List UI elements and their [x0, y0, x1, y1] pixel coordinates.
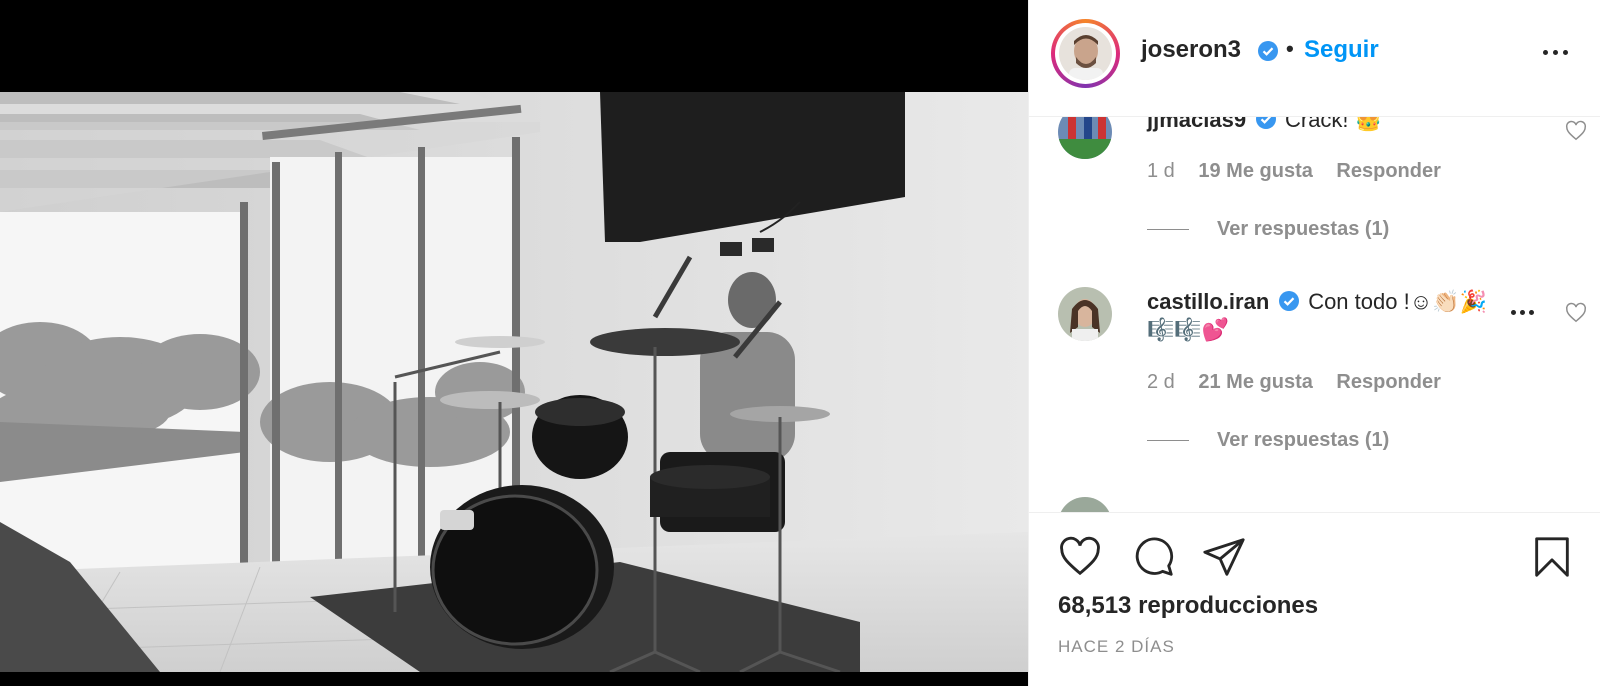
view-replies-label: Ver respuestas (1) [1217, 429, 1390, 451]
commenter-avatar[interactable] [1058, 497, 1112, 512]
comments-list[interactable]: jjmacias9 Crack! 👑 1 d 19 Me gusta Respo… [1029, 117, 1600, 513]
verified-badge-icon [1278, 290, 1300, 312]
verified-badge-icon [1255, 117, 1277, 130]
comment-icon[interactable] [1130, 534, 1176, 580]
comment-likes[interactable]: 21 Me gusta [1198, 371, 1312, 393]
post-side-panel: joseron3 • Seguir jjmacias9 Crack! 👑 1 d… [1028, 0, 1600, 686]
video-player[interactable] [0, 0, 1028, 686]
commenter-username[interactable]: jjmacias9 [1147, 117, 1246, 132]
commenter-avatar[interactable] [1058, 117, 1112, 159]
commenter-username[interactable]: castillo.iran [1147, 289, 1269, 314]
view-replies-button[interactable]: Ver respuestas (1) [1147, 429, 1389, 452]
post-date[interactable]: HACE 2 DÍAS [1058, 637, 1175, 657]
view-replies-button[interactable]: Ver respuestas (1) [1147, 218, 1389, 241]
comment-likes[interactable]: 19 Me gusta [1198, 160, 1312, 182]
bookmark-icon[interactable] [1529, 534, 1575, 580]
author-avatar[interactable] [1051, 19, 1120, 88]
video-frame [0, 92, 1028, 672]
heart-icon[interactable] [1057, 534, 1103, 580]
verified-badge-icon [1257, 40, 1279, 62]
view-replies-label: Ver respuestas (1) [1217, 218, 1390, 240]
comment-age: 2 d [1147, 371, 1175, 393]
comment-text-line2: 🎼🎼💕 [1147, 317, 1230, 342]
more-options-icon[interactable] [1541, 42, 1571, 62]
commenter-avatar[interactable] [1058, 287, 1112, 341]
reply-button[interactable]: Responder [1336, 371, 1440, 393]
instagram-post: joseron3 • Seguir jjmacias9 Crack! 👑 1 d… [0, 0, 1600, 686]
comment-age: 1 d [1147, 160, 1175, 182]
comment-more-options-icon[interactable] [1509, 308, 1537, 318]
view-count[interactable]: 68,513 reproducciones [1058, 592, 1318, 620]
comment-like-heart-icon[interactable] [1565, 302, 1587, 324]
comment-like-heart-icon[interactable] [1565, 120, 1587, 142]
comment-text: Crack! 👑 [1284, 117, 1383, 132]
follow-button[interactable]: Seguir [1304, 36, 1379, 64]
post-header: joseron3 • Seguir [1029, 0, 1600, 117]
reply-button[interactable]: Responder [1336, 160, 1440, 182]
share-icon[interactable] [1201, 534, 1247, 580]
post-actions: 68,513 reproducciones HACE 2 DÍAS [1029, 512, 1600, 686]
author-username[interactable]: joseron3 [1141, 36, 1241, 64]
comment-text: Con todo !☺👏🏻🎉 [1308, 289, 1487, 314]
header-separator: • [1286, 36, 1294, 61]
author-photo [1059, 27, 1112, 80]
